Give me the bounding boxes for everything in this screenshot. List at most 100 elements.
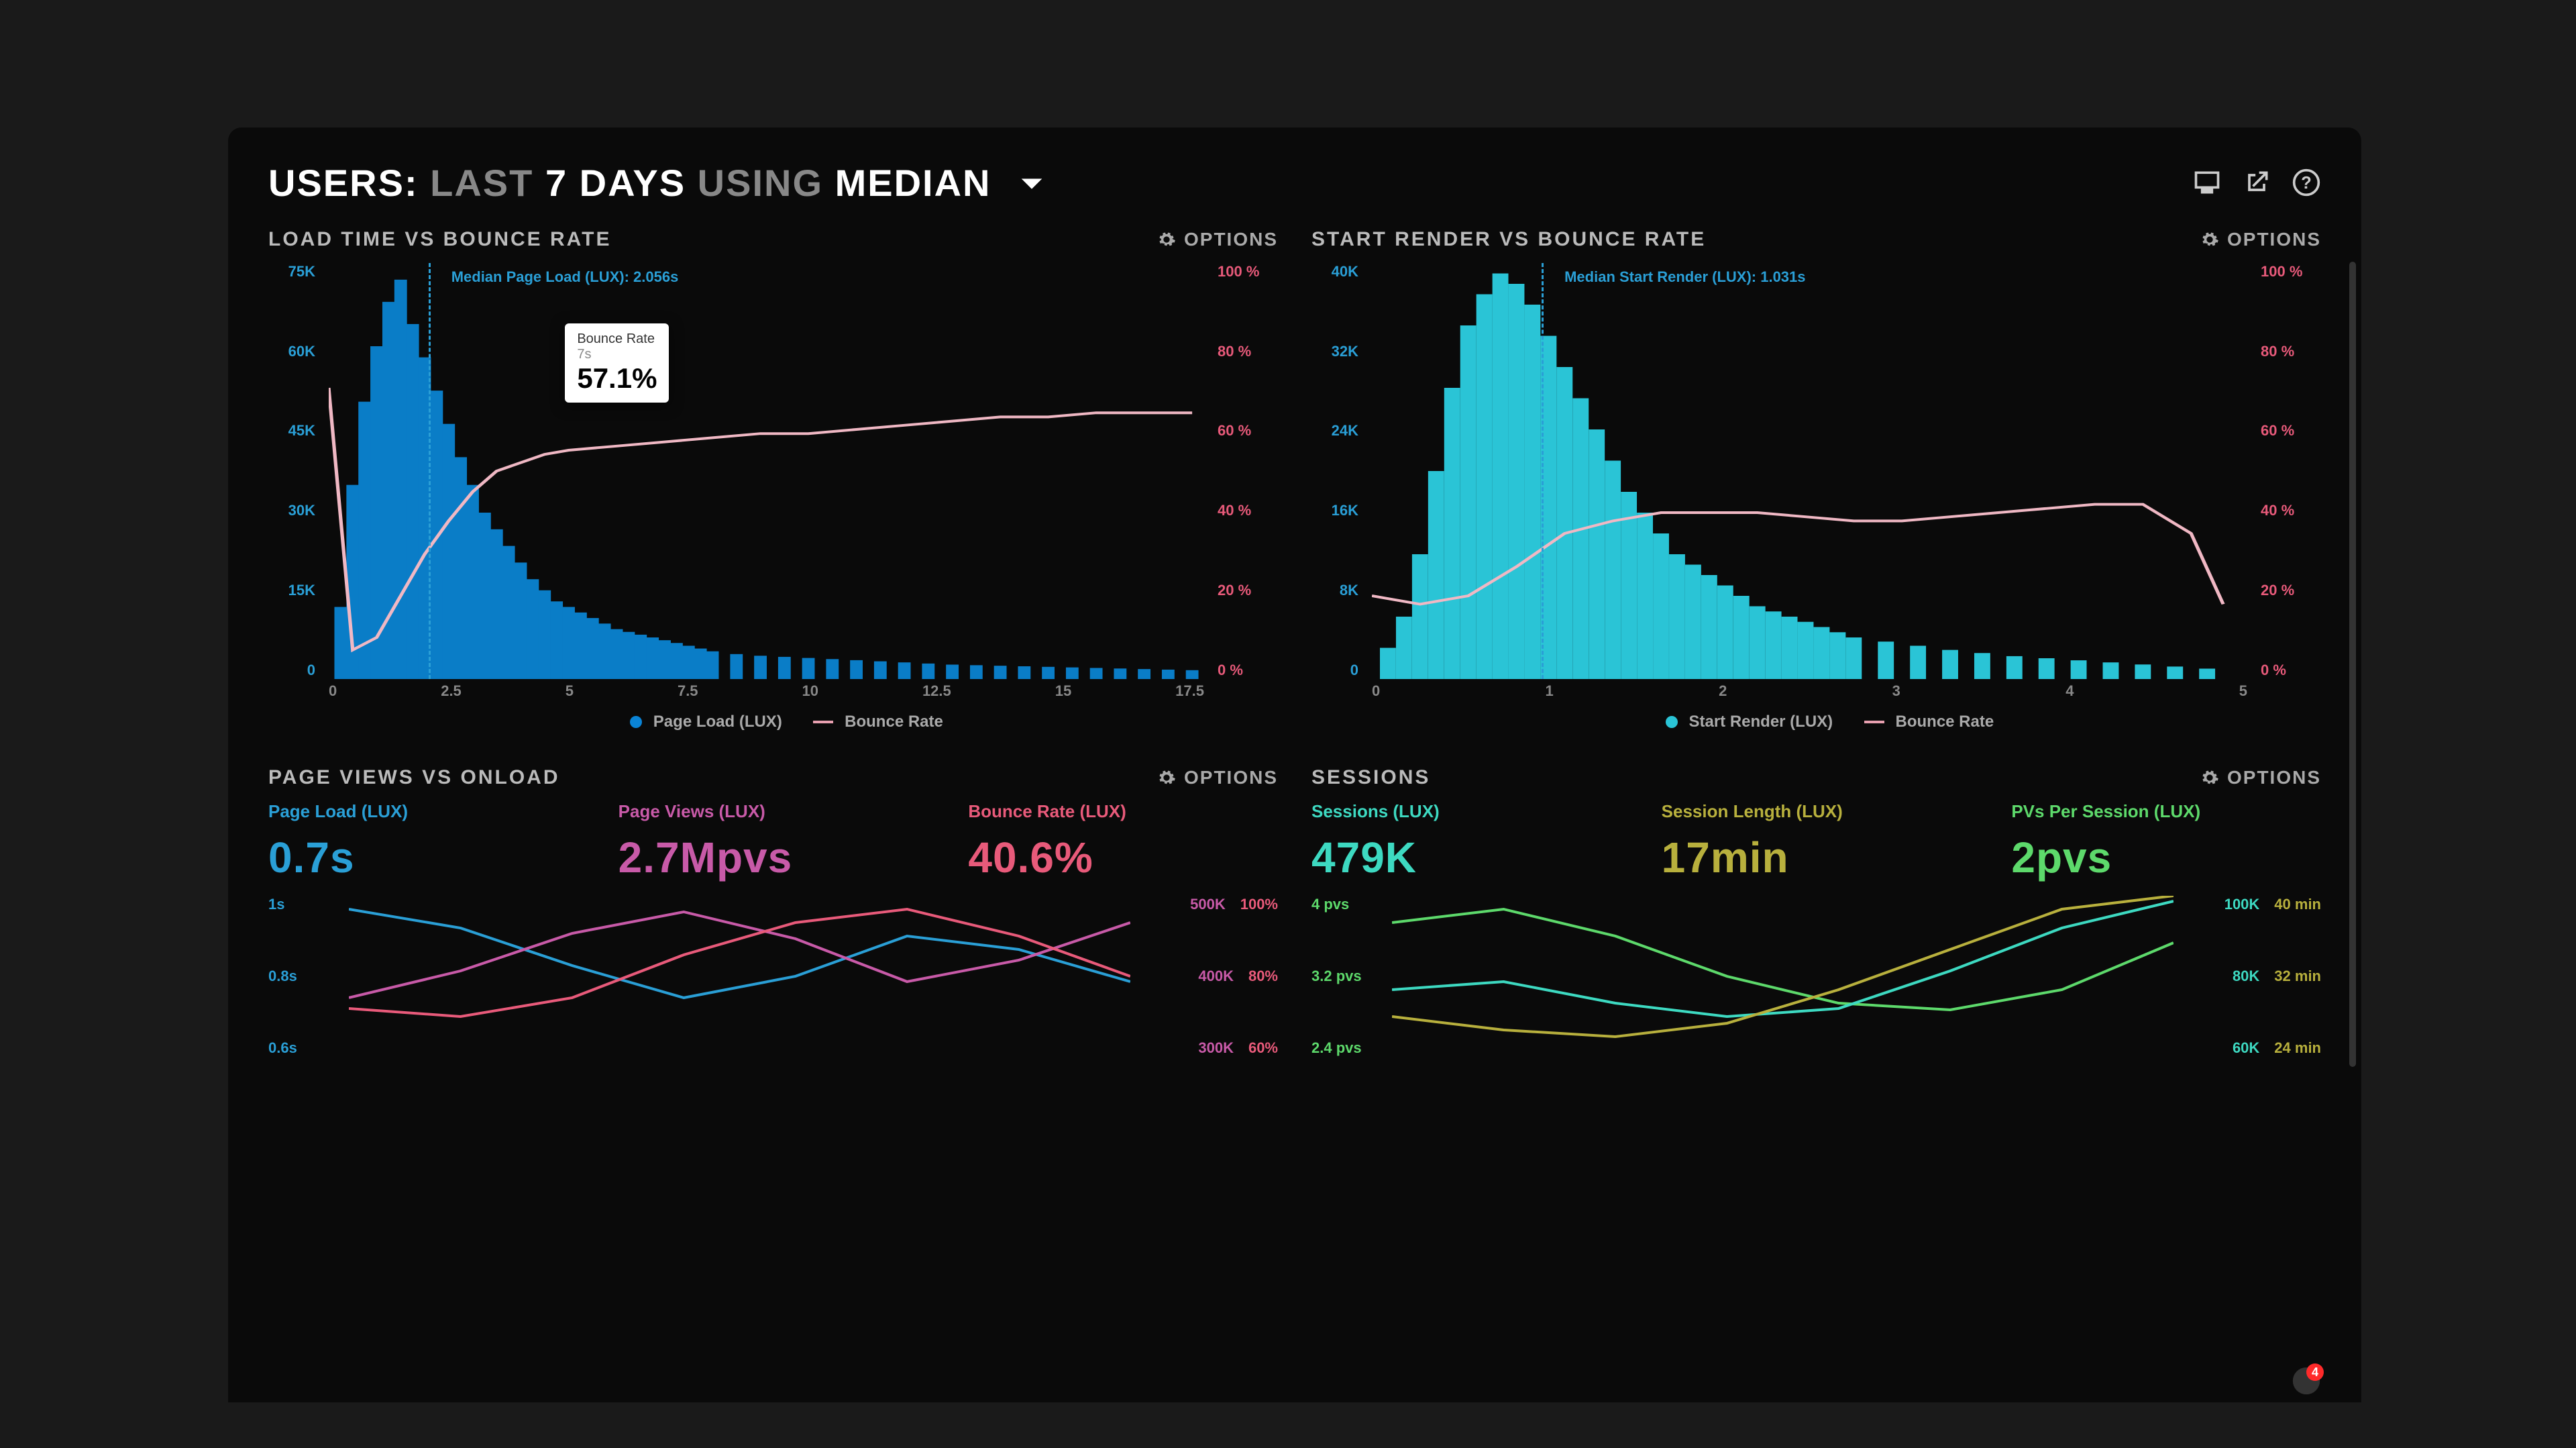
y-tick: 100% (1240, 896, 1278, 913)
median-line (429, 263, 431, 679)
legend-line: Bounce Rate (845, 713, 943, 731)
y-tick: 32K (1311, 343, 1358, 360)
x-tick: 15 (1055, 682, 1071, 700)
chevron-down-icon[interactable] (1016, 164, 1047, 208)
y-tick: 1s (268, 896, 297, 913)
metric-label: Page Views (LUX) (619, 801, 928, 822)
gear-icon (2200, 768, 2219, 787)
options-label: OPTIONS (1184, 229, 1278, 250)
options-button[interactable]: OPTIONS (2200, 767, 2321, 788)
mini-y-left: 4 pvs 3.2 pvs 2.4 pvs (1311, 896, 1362, 1057)
metric-value: 40.6% (968, 833, 1278, 882)
mini-chart: 4 pvs 3.2 pvs 2.4 pvs 100K40 min 80K32 m… (1311, 896, 2321, 1084)
chart-svg (1372, 263, 2247, 679)
y-tick: 30K (268, 502, 315, 519)
y-tick: 24K (1311, 422, 1358, 439)
chart-svg (329, 263, 1204, 679)
metric-label: Bounce Rate (LUX) (968, 801, 1278, 822)
y-tick: 40 min (2274, 896, 2321, 913)
panel-page-views-vs-onload: PAGE VIEWS VS ONLOAD OPTIONS Page Load (… (268, 766, 1278, 1084)
y-tick: 40 % (2261, 502, 2321, 519)
title-range-dim: LAST (430, 162, 533, 204)
y-tick: 0 % (1218, 662, 1278, 679)
scrollbar[interactable] (2349, 262, 2356, 1067)
x-tick: 17.5 (1175, 682, 1204, 700)
metric-value: 0.7s (268, 833, 578, 882)
legend-line-icon (1864, 721, 1884, 723)
share-icon[interactable] (2242, 168, 2271, 201)
median-annotation: Median Page Load (LUX): 2.056s (451, 268, 679, 286)
panel-title: LOAD TIME VS BOUNCE RATE (268, 228, 611, 251)
plot-surface[interactable] (1392, 896, 2174, 1057)
y-tick: 75K (268, 263, 315, 280)
metric-bounce-rate: Bounce Rate (LUX) 40.6% (968, 801, 1278, 882)
mini-y-right: 100K40 min 80K32 min 60K24 min (2224, 896, 2321, 1057)
x-tick: 0 (1372, 682, 1380, 700)
y-tick: 40 % (1218, 502, 1278, 519)
x-tick: 5 (2239, 682, 2247, 700)
mini-y-left: 1s 0.8s 0.6s (268, 896, 297, 1057)
y-tick: 400K (1198, 968, 1234, 985)
metric-page-load: Page Load (LUX) 0.7s (268, 801, 578, 882)
y-tick: 40K (1311, 263, 1358, 280)
tooltip-value: 57.1% (577, 362, 657, 395)
plot-surface[interactable]: Median Start Render (LUX): 1.031s (1372, 263, 2247, 679)
monitor-icon[interactable] (2192, 168, 2222, 201)
mini-chart: 1s 0.8s 0.6s 500K100% 400K80% 300K60% (268, 896, 1278, 1084)
y-axis-right: 100 % 80 % 60 % 40 % 20 % 0 % (1218, 263, 1278, 679)
y-tick: 100 % (2261, 263, 2321, 280)
metric-label: Session Length (LUX) (1662, 801, 1972, 822)
metric-sessions: Sessions (LUX) 479K (1311, 801, 1621, 882)
y-tick: 80K (2233, 968, 2259, 985)
dashboard-screen: USERS: LAST 7 DAYS USING MEDIAN ? LOAD T… (228, 127, 2361, 1402)
notification-badge[interactable]: 4 (2292, 1366, 2321, 1396)
title-using-dim: USING (698, 162, 823, 204)
metric-label: Page Load (LUX) (268, 801, 578, 822)
plot-surface[interactable]: Median Page Load (LUX): 2.056s Bounce Ra… (329, 263, 1204, 679)
panel-sessions: SESSIONS OPTIONS Sessions (LUX) 479K Ses… (1311, 766, 2321, 1084)
page-header: USERS: LAST 7 DAYS USING MEDIAN ? (268, 161, 2321, 208)
y-tick: 20 % (1218, 582, 1278, 599)
y-tick: 3.2 pvs (1311, 968, 1362, 985)
chart-svg (1392, 896, 2174, 1057)
y-tick: 24 min (2274, 1039, 2321, 1057)
x-tick: 1 (1546, 682, 1554, 700)
metric-session-length: Session Length (LUX) 17min (1662, 801, 1972, 882)
options-button[interactable]: OPTIONS (1157, 767, 1278, 788)
metrics-row: Sessions (LUX) 479K Session Length (LUX)… (1311, 801, 2321, 882)
y-tick: 80 % (2261, 343, 2321, 360)
legend: Page Load (LUX) Bounce Rate (268, 713, 1278, 731)
y-tick: 0 (1311, 662, 1358, 679)
tooltip-sub: 7s (577, 347, 657, 362)
panel-load-time-vs-bounce: LOAD TIME VS BOUNCE RATE OPTIONS 75K 60K… (268, 228, 1278, 733)
y-tick: 60 % (1218, 422, 1278, 439)
x-axis: 0 2.5 5 7.5 10 12.5 15 17.5 (329, 682, 1204, 700)
metrics-row: Page Load (LUX) 0.7s Page Views (LUX) 2.… (268, 801, 1278, 882)
plot-surface[interactable] (349, 896, 1130, 1057)
y-tick: 300K (1198, 1039, 1234, 1057)
y-tick: 2.4 pvs (1311, 1039, 1362, 1057)
panel-title: START RENDER VS BOUNCE RATE (1311, 228, 1706, 251)
options-label: OPTIONS (2227, 229, 2321, 250)
page-title[interactable]: USERS: LAST 7 DAYS USING MEDIAN (268, 161, 1047, 208)
panel-title: PAGE VIEWS VS ONLOAD (268, 766, 560, 789)
metric-page-views: Page Views (LUX) 2.7Mpvs (619, 801, 928, 882)
x-tick: 4 (2065, 682, 2074, 700)
y-tick: 80 % (1218, 343, 1278, 360)
legend-line-icon (813, 721, 833, 723)
x-tick: 2.5 (441, 682, 462, 700)
y-axis-left: 75K 60K 45K 30K 15K 0 (268, 263, 315, 679)
gear-icon (1157, 230, 1176, 249)
options-button[interactable]: OPTIONS (1157, 229, 1278, 250)
options-label: OPTIONS (2227, 767, 2321, 788)
gear-icon (1157, 768, 1176, 787)
y-tick: 0 (268, 662, 315, 679)
x-tick: 7.5 (678, 682, 698, 700)
y-tick: 45K (268, 422, 315, 439)
title-range: 7 DAYS (545, 162, 686, 204)
y-tick: 8K (1311, 582, 1358, 599)
y-tick: 15K (268, 582, 315, 599)
y-tick: 0 % (2261, 662, 2321, 679)
options-button[interactable]: OPTIONS (2200, 229, 2321, 250)
help-icon[interactable]: ? (2292, 168, 2321, 201)
